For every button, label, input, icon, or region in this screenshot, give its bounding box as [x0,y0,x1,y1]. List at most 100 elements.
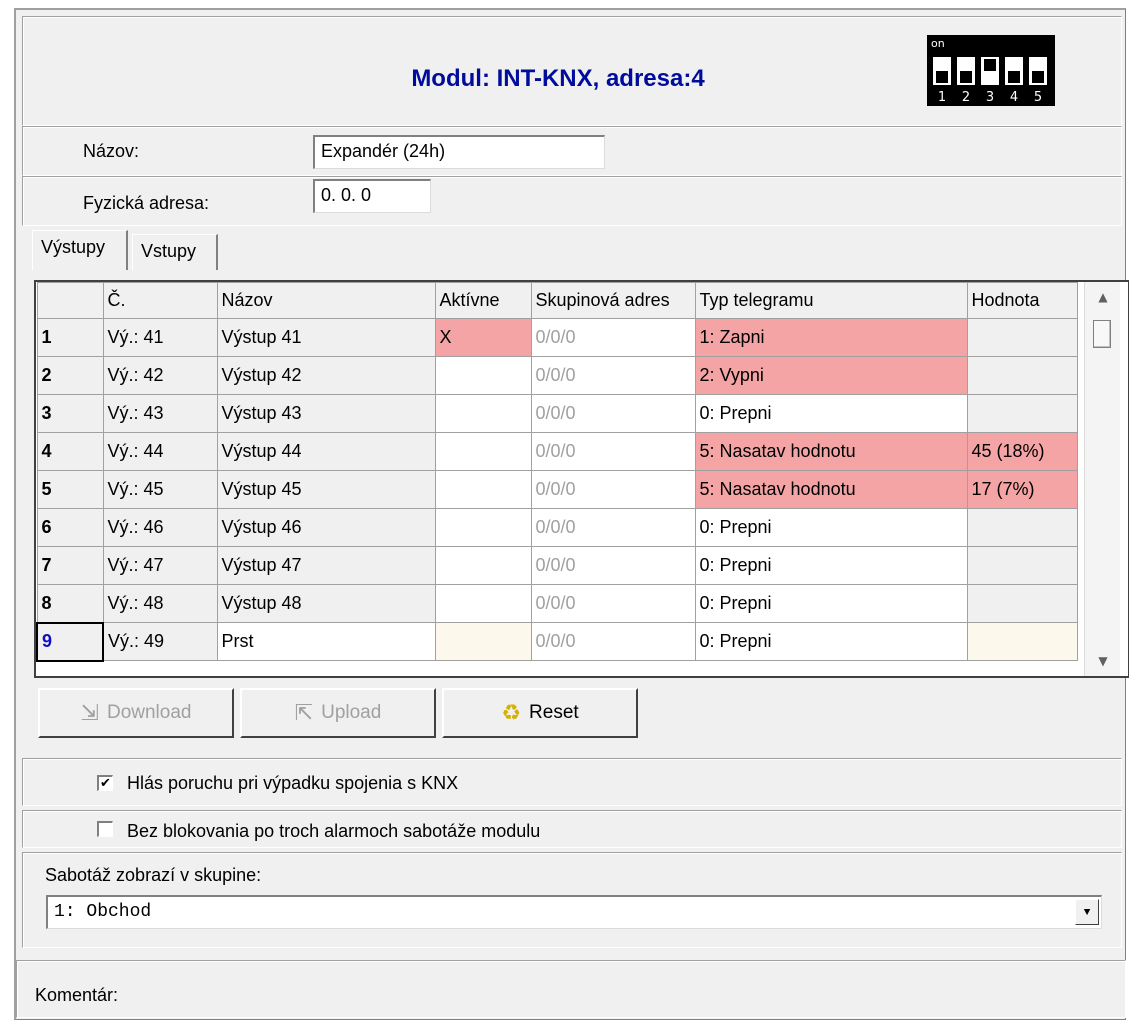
download-button[interactable]: ⇲ Download [38,688,234,738]
cell-number: Vý.: 43 [102,394,218,433]
row-number[interactable]: 3 [36,394,104,433]
cell-active[interactable] [434,394,532,433]
cell-value[interactable] [966,318,1078,357]
no-block-checkbox[interactable] [97,821,113,837]
column-header[interactable]: Názov [216,282,436,319]
row-number[interactable]: 7 [36,546,104,585]
cell-value[interactable]: 45 (18%) [966,432,1078,471]
cell-active[interactable] [434,508,532,547]
dip-switch-icon: on 1 2 3 4 5 [927,35,1055,106]
name-field[interactable]: Expandér (24h) [313,135,605,169]
table-row[interactable]: 8 Vý.: 48 Výstup 48 0/0/0 0: Prepni [36,584,1078,623]
cell-group-address[interactable]: 0/0/0 [530,356,696,395]
cell-name[interactable]: Prst [216,622,436,661]
row-number[interactable]: 5 [36,470,104,509]
outputs-grid: Č. Názov Aktívne Skupinová adres Typ tel… [36,282,1078,662]
row-number[interactable]: 1 [36,318,104,357]
table-row[interactable]: 3 Vý.: 43 Výstup 43 0/0/0 0: Prepni [36,394,1078,433]
table-row[interactable]: 4 Vý.: 44 Výstup 44 0/0/0 5: Nasatav hod… [36,432,1078,471]
cell-value[interactable]: 17 (7%) [966,470,1078,509]
cell-group-address[interactable]: 0/0/0 [530,546,696,585]
cell-telegram-type[interactable]: 0: Prepni [694,584,968,623]
cell-name: Výstup 47 [216,546,436,585]
cell-active[interactable] [434,470,532,509]
cell-group-address[interactable]: 0/0/0 [530,508,696,547]
table-row[interactable]: 2 Vý.: 42 Výstup 42 0/0/0 2: Vypni [36,356,1078,395]
cell-active[interactable] [434,622,532,661]
cell-telegram-type[interactable]: 5: Nasatav hodnotu [694,432,968,471]
cell-name: Výstup 41 [216,318,436,357]
tab-inputs[interactable]: Vstupy [132,234,218,270]
table-row[interactable]: 6 Vý.: 46 Výstup 46 0/0/0 0: Prepni [36,508,1078,547]
cell-group-address[interactable]: 0/0/0 [530,470,696,509]
chevron-down-icon[interactable]: ▼ [1075,899,1099,925]
cell-value[interactable] [966,394,1078,433]
tamper-label: Sabotáž zobrazí v skupine: [45,865,262,885]
column-header[interactable]: Skupinová adres [530,282,696,319]
table-row[interactable]: 1 Vý.: 41 Výstup 41 X 0/0/0 1: Zapni [36,318,1078,357]
cell-number: Vý.: 46 [102,508,218,547]
vertical-scrollbar[interactable]: ▲ ▼ [1084,282,1120,676]
reset-button[interactable]: ♻ Reset [442,688,638,738]
cell-telegram-type[interactable]: 0: Prepni [694,508,968,547]
cell-telegram-type[interactable]: 2: Vypni [694,356,968,395]
scroll-up-icon[interactable]: ▲ [1085,282,1121,312]
cell-number: Vý.: 45 [102,470,218,509]
cell-value[interactable] [966,356,1078,395]
no-block-label[interactable]: Bez blokovania po troch alarmoch sabotáž… [127,821,540,842]
cell-active[interactable] [434,584,532,623]
cell-name: Výstup 44 [216,432,436,471]
download-icon: ⇲ [80,700,99,725]
cell-active[interactable] [434,356,532,395]
column-header [36,282,104,319]
cell-group-address[interactable]: 0/0/0 [530,622,696,661]
row-number[interactable]: 2 [36,356,104,395]
cell-group-address[interactable]: 0/0/0 [530,432,696,471]
row-number[interactable]: 9 [36,621,104,662]
cell-name: Výstup 43 [216,394,436,433]
scroll-down-icon[interactable]: ▼ [1085,646,1121,676]
column-header[interactable]: Č. [102,282,218,319]
cell-value[interactable] [966,546,1078,585]
column-header[interactable]: Aktívne [434,282,532,319]
phys-address-label: Fyzická adresa: [83,193,210,213]
name-row: Názov: Expandér (24h) [22,126,1122,176]
cell-number: Vý.: 42 [102,356,218,395]
knx-fault-checkbox[interactable]: ✔ [97,775,113,791]
dip-switch-1 [933,57,951,85]
knx-fault-row: ✔ Hlás poruchu pri výpadku spojenia s KN… [22,758,1122,806]
row-number[interactable]: 6 [36,508,104,547]
column-header[interactable]: Typ telegramu [694,282,968,319]
cell-active[interactable] [434,432,532,471]
cell-telegram-type[interactable]: 5: Nasatav hodnotu [694,470,968,509]
dip-number: 3 [985,90,995,105]
cell-value[interactable] [966,508,1078,547]
module-settings-window: Modul: INT-KNX, adresa:4 on 1 2 3 4 5 Ná… [14,8,1129,1020]
column-header[interactable]: Hodnota [966,282,1078,319]
table-row[interactable]: 5 Vý.: 45 Výstup 45 0/0/0 5: Nasatav hod… [36,470,1078,509]
cell-telegram-type[interactable]: 0: Prepni [694,394,968,433]
cell-value[interactable] [966,622,1078,661]
cell-telegram-type[interactable]: 1: Zapni [694,318,968,357]
cell-active[interactable] [434,546,532,585]
cell-name: Výstup 48 [216,584,436,623]
table-row-selected[interactable]: 9 Vý.: 49 Prst 0/0/0 0: Prepni [36,621,1078,662]
upload-button[interactable]: ⇱ Upload [240,688,436,738]
table-row[interactable]: 7 Vý.: 47 Výstup 47 0/0/0 0: Prepni [36,546,1078,585]
scrollbar-thumb[interactable] [1093,320,1111,348]
tab-outputs[interactable]: Výstupy [32,230,128,270]
cell-telegram-type[interactable]: 0: Prepni [694,546,968,585]
cell-group-address[interactable]: 0/0/0 [530,318,696,357]
cell-active[interactable]: X [434,318,532,357]
cell-value[interactable] [966,584,1078,623]
cell-group-address[interactable]: 0/0/0 [530,584,696,623]
row-number[interactable]: 4 [36,432,104,471]
cell-group-address[interactable]: 0/0/0 [530,394,696,433]
phys-address-field[interactable]: 0. 0. 0 [313,179,431,213]
row-number[interactable]: 8 [36,584,104,623]
tamper-group-select[interactable]: 1: Obchod ▼ [46,895,1102,929]
cell-telegram-type[interactable]: 0: Prepni [694,622,968,661]
knx-fault-label[interactable]: Hlás poruchu pri výpadku spojenia s KNX [127,773,458,794]
dip-number: 5 [1033,90,1043,105]
table-header-row: Č. Názov Aktívne Skupinová adres Typ tel… [36,282,1078,319]
